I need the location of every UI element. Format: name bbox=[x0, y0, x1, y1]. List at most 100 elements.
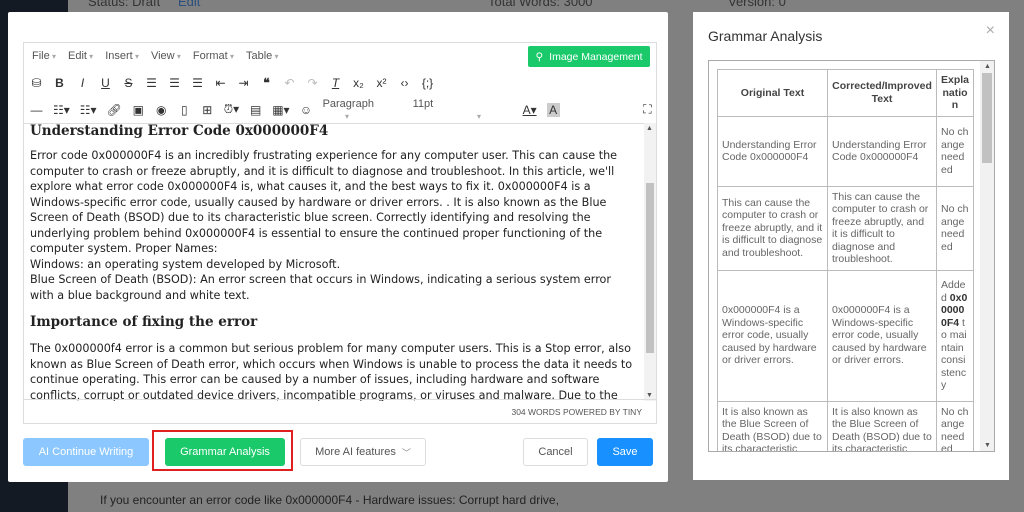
menu-format[interactable]: Format bbox=[193, 50, 234, 62]
fullscreen-icon[interactable]: ⛶ bbox=[641, 102, 654, 117]
bold-icon[interactable]: B bbox=[53, 76, 66, 90]
grammar-table-container: Original Text Corrected/Improved Text Ex… bbox=[708, 60, 995, 452]
table-row: 0x000000F4 is a Windows-specific error c… bbox=[717, 269, 974, 402]
image-management-label: Image Management bbox=[549, 50, 643, 63]
content-paragraph: The 0x000000f4 error is a common but ser… bbox=[30, 342, 633, 401]
grammar-analysis-modal: Grammar Analysis × Original Text Correct… bbox=[693, 12, 1009, 480]
toolbar-row-2: — ☷▾ ☷▾ 🔗︎ ▣ ◉ ▯ ⊞ ⏰︎▾ ▤ ▦▾ ☺ Paragraph … bbox=[24, 96, 656, 123]
clear-format-icon[interactable]: T bbox=[329, 76, 342, 90]
page-break-icon[interactable]: ⊞ bbox=[201, 103, 214, 117]
block-format-select[interactable]: Paragraph ▾ bbox=[323, 98, 403, 122]
scroll-down-icon[interactable]: ▼ bbox=[984, 442, 991, 449]
editor-scrollbar[interactable]: ▲ ▼ bbox=[644, 123, 656, 401]
cell-corrected: This can cause the computer to crash or … bbox=[827, 185, 937, 271]
scroll-down-icon[interactable]: ▼ bbox=[646, 392, 653, 399]
grammar-modal-title: Grammar Analysis bbox=[708, 28, 823, 44]
cell-corrected: It is also known as the Blue Screen of D… bbox=[827, 400, 937, 451]
header-corrected: Corrected/Improved Text bbox=[827, 69, 937, 117]
cell-explanation: No change needed bbox=[936, 185, 974, 271]
editor-modal: File Edit Insert View Format Table ⚲ Imag… bbox=[8, 12, 668, 482]
cell-corrected: Understanding Error Code 0x000000F4 bbox=[827, 115, 937, 187]
content-heading-1: Understanding Error Code 0x000000F4 bbox=[30, 123, 329, 139]
blockquote-icon[interactable]: ❝ bbox=[260, 76, 273, 90]
cell-original: Understanding Error Code 0x000000F4 bbox=[717, 115, 828, 187]
cell-explanation: No change needed bbox=[936, 115, 974, 187]
menu-insert[interactable]: Insert bbox=[105, 50, 139, 62]
save-button[interactable]: Save bbox=[597, 438, 653, 466]
rich-text-editor: File Edit Insert View Format Table ⚲ Imag… bbox=[23, 42, 657, 424]
menu-view[interactable]: View bbox=[151, 50, 181, 62]
preview-icon[interactable]: ◉ bbox=[155, 103, 168, 117]
font-size-value: 11pt bbox=[412, 97, 434, 110]
code-sample-icon[interactable]: {;} bbox=[421, 76, 434, 90]
cell-original: 0x000000F4 is a Windows-specific error c… bbox=[717, 269, 828, 402]
code-icon[interactable]: ‹› bbox=[398, 76, 411, 90]
subscript-icon[interactable]: x₂ bbox=[352, 76, 365, 90]
block-format-value: Paragraph bbox=[322, 97, 374, 110]
scroll-up-icon[interactable]: ▲ bbox=[984, 63, 991, 70]
editor-menubar: File Edit Insert View Format Table ⚲ Imag… bbox=[24, 43, 656, 69]
image-management-button[interactable]: ⚲ Image Management bbox=[528, 46, 650, 67]
table-row: Understanding Error Code 0x000000F4 Unde… bbox=[717, 115, 974, 187]
horizontal-rule-icon[interactable]: — bbox=[30, 103, 43, 117]
cell-explanation: Added 0x000000F4 to maintain consistency bbox=[936, 269, 974, 402]
search-icon: ⚲ bbox=[535, 50, 544, 63]
content-paragraph: Blue Screen of Death (BSOD): An error sc… bbox=[30, 273, 611, 302]
cell-original: It is also known as the Blue Screen of D… bbox=[717, 400, 828, 451]
media-icon[interactable]: ▤ bbox=[249, 103, 262, 117]
strikethrough-icon[interactable]: S bbox=[122, 76, 135, 90]
editor-content[interactable]: Understanding Error Code 0x000000F4 Erro… bbox=[24, 123, 656, 401]
header-original: Original Text bbox=[717, 69, 828, 117]
chevron-down-icon: ﹀ bbox=[401, 447, 411, 458]
content-paragraph: Error code 0x000000F4 is an incredibly f… bbox=[30, 149, 618, 255]
cell-original: This can cause the computer to crash or … bbox=[717, 185, 828, 271]
text-color-icon[interactable]: A▾ bbox=[523, 103, 537, 117]
bg-edit-link: Edit bbox=[178, 0, 201, 9]
superscript-icon[interactable]: x² bbox=[375, 76, 388, 90]
scroll-up-icon[interactable]: ▲ bbox=[646, 125, 653, 132]
italic-icon[interactable]: I bbox=[76, 76, 89, 90]
menu-file[interactable]: File bbox=[32, 50, 56, 62]
menu-edit[interactable]: Edit bbox=[68, 50, 93, 62]
bg-version: Version: 0 bbox=[728, 0, 786, 9]
table-row: This can cause the computer to crash or … bbox=[717, 185, 974, 271]
table-icon[interactable]: ▦▾ bbox=[272, 103, 289, 117]
grammar-scrollbar[interactable]: ▲ ▼ bbox=[980, 61, 994, 451]
indent-icon[interactable]: ⇥ bbox=[237, 76, 250, 90]
bg-total-words: Total Words: 3000 bbox=[488, 0, 593, 9]
more-ai-features-label: More AI features bbox=[315, 446, 396, 458]
align-left-icon[interactable]: ☰ bbox=[145, 76, 158, 90]
bg-article-text: If you encounter an error code like 0x00… bbox=[100, 493, 559, 507]
ai-continue-writing-button[interactable]: AI Continue Writing bbox=[23, 438, 149, 466]
bookmark-icon[interactable]: ▯ bbox=[178, 103, 191, 117]
font-size-select[interactable]: 11pt▾ bbox=[413, 98, 513, 122]
bg-status: Status: Draft bbox=[88, 0, 161, 9]
link-icon[interactable]: 🔗︎ bbox=[107, 103, 122, 117]
align-center-icon[interactable]: ☰ bbox=[168, 76, 181, 90]
table-row: It is also known as the Blue Screen of D… bbox=[717, 400, 974, 451]
editor-statusbar: 304 WORDS POWERED BY TINY bbox=[24, 399, 656, 423]
close-icon[interactable]: × bbox=[986, 22, 995, 40]
content-heading-2: Importance of fixing the error bbox=[30, 314, 258, 330]
content-paragraph: Windows: an operating system developed b… bbox=[30, 257, 341, 271]
grammar-table: Original Text Corrected/Improved Text Ex… bbox=[717, 69, 974, 451]
outdent-icon[interactable]: ⇤ bbox=[214, 76, 227, 90]
align-right-icon[interactable]: ☰ bbox=[191, 76, 204, 90]
underline-icon[interactable]: U bbox=[99, 76, 112, 90]
grammar-analysis-button[interactable]: Grammar Analysis bbox=[165, 438, 285, 466]
cancel-button[interactable]: Cancel bbox=[523, 438, 588, 466]
numbered-list-icon[interactable]: ☷▾ bbox=[80, 103, 97, 117]
emoji-icon[interactable]: ☺ bbox=[300, 103, 313, 117]
more-ai-features-button[interactable]: More AI features ﹀ bbox=[300, 438, 426, 466]
image-icon[interactable]: ▣ bbox=[132, 103, 145, 117]
background-color-icon[interactable]: A bbox=[546, 102, 560, 117]
cell-explanation: No change needed bbox=[936, 400, 974, 451]
table-header-row: Original Text Corrected/Improved Text Ex… bbox=[717, 69, 974, 117]
clock-icon[interactable]: ⏰︎▾ bbox=[224, 102, 239, 117]
undo-icon[interactable]: ↶ bbox=[283, 76, 296, 90]
menu-table[interactable]: Table bbox=[246, 50, 279, 62]
bullet-list-icon[interactable]: ☷▾ bbox=[53, 103, 70, 117]
redo-icon[interactable]: ↷ bbox=[306, 76, 319, 90]
find-replace-icon[interactable]: ⛁ bbox=[30, 76, 43, 90]
cell-corrected: 0x000000F4 is a Windows-specific error c… bbox=[827, 269, 937, 402]
